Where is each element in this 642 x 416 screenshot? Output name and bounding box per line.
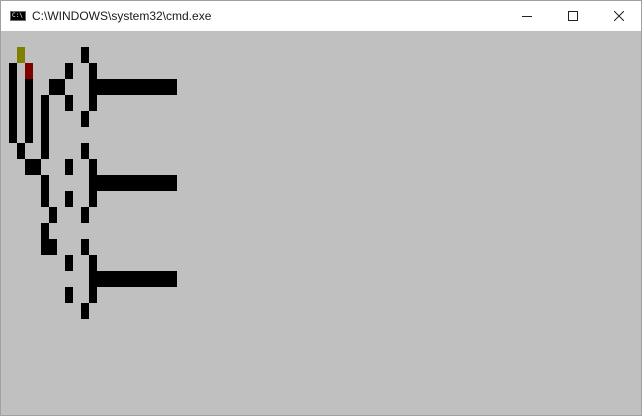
- console-block: [25, 95, 33, 111]
- console-block: [65, 63, 73, 79]
- title-bar[interactable]: C:\ C:\WINDOWS\system32\cmd.exe: [1, 1, 641, 31]
- maximize-icon: [568, 11, 578, 21]
- console-block: [89, 271, 177, 287]
- console-block: [17, 143, 25, 159]
- console-block: [89, 287, 97, 303]
- console-block: [33, 159, 41, 175]
- console-block: [89, 175, 177, 191]
- console-block: [81, 207, 89, 223]
- console-block: [49, 239, 57, 255]
- console-block: [9, 127, 17, 143]
- console-block: [9, 111, 17, 127]
- console-block: [41, 223, 49, 239]
- console-block: [41, 191, 49, 207]
- console-block: [81, 47, 89, 63]
- console-block: [41, 143, 49, 159]
- console-block: [89, 159, 97, 175]
- console-block: [25, 79, 33, 95]
- console-block: [89, 191, 97, 207]
- console-block: [89, 63, 97, 79]
- console-block: [9, 95, 17, 111]
- console-block: [41, 95, 49, 111]
- console-block: [17, 47, 25, 63]
- console-block: [89, 95, 97, 111]
- console-area[interactable]: [1, 31, 641, 415]
- console-block: [57, 79, 65, 95]
- console-block: [65, 255, 73, 271]
- cmd-icon-text: C:\: [12, 12, 23, 19]
- console-block: [89, 79, 177, 95]
- console-block: [41, 175, 49, 191]
- close-icon: [614, 11, 624, 21]
- console-block: [41, 127, 49, 143]
- console-block: [25, 111, 33, 127]
- close-button[interactable]: [596, 1, 642, 31]
- console-block: [65, 191, 73, 207]
- console-block: [9, 79, 17, 95]
- console-block: [25, 63, 33, 79]
- console-block: [49, 207, 57, 223]
- minimize-icon: [522, 16, 532, 17]
- console-block: [25, 127, 33, 143]
- console-block: [9, 63, 17, 79]
- console-block: [41, 111, 49, 127]
- console-block: [89, 255, 97, 271]
- window-title: C:\WINDOWS\system32\cmd.exe: [32, 9, 212, 23]
- console-block: [81, 239, 89, 255]
- console-block: [65, 95, 73, 111]
- console-block: [81, 111, 89, 127]
- console-block: [65, 287, 73, 303]
- maximize-button[interactable]: [550, 1, 596, 31]
- cmd-window: C:\ C:\WINDOWS\system32\cmd.exe: [0, 0, 642, 416]
- console-block: [81, 303, 89, 319]
- console-block: [25, 159, 33, 175]
- console-block: [81, 143, 89, 159]
- console-block: [65, 159, 73, 175]
- console-block: [49, 79, 57, 95]
- minimize-button[interactable]: [504, 1, 550, 31]
- console-block: [41, 239, 49, 255]
- cmd-icon[interactable]: C:\: [10, 11, 26, 21]
